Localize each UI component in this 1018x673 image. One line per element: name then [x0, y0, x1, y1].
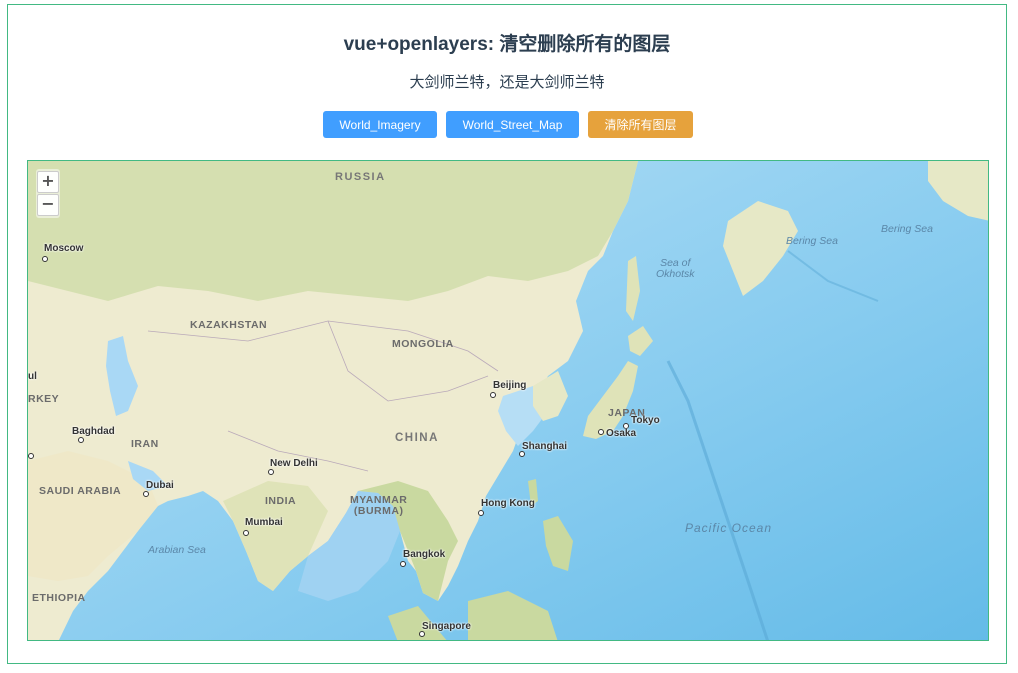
city-dot [400, 561, 406, 567]
label-bering-sea-1: Bering Sea [786, 235, 838, 247]
label-mongolia: MONGOLIA [392, 338, 454, 350]
label-china: CHINA [395, 432, 439, 444]
city-tokyo: Tokyo [631, 415, 660, 426]
label-india: INDIA [265, 495, 297, 507]
city-shanghai: Shanghai [522, 441, 568, 452]
map-view[interactable]: + − RUSSIA KAZAKHSTAN MONGOLIA CHINA IRA… [27, 160, 989, 641]
zoom-control: + − [36, 169, 60, 218]
label-sea-of-okhotsk: Sea of Okhotsk [656, 257, 695, 280]
label-arabian-sea: Arabian Sea [148, 544, 206, 556]
zoom-in-button[interactable]: + [37, 171, 59, 193]
label-bering-sea-2: Bering Sea [881, 223, 933, 235]
world-street-map-button[interactable]: World_Street_Map [446, 111, 579, 138]
app-frame: vue+openlayers: 清空删除所有的图层 大剑师兰特，还是大剑师兰特 … [7, 4, 1007, 664]
city-dot [28, 453, 34, 459]
city-dot [143, 491, 149, 497]
label-russia: RUSSIA [335, 171, 386, 183]
city-osaka: Osaka [606, 428, 637, 439]
label-saudi-arabia: SAUDI ARABIA [39, 485, 122, 497]
page-title: vue+openlayers: 清空删除所有的图层 [343, 34, 671, 55]
city-mumbai: Mumbai [245, 517, 283, 528]
label-iran: IRAN [131, 438, 159, 450]
zoom-out-button[interactable]: − [37, 194, 59, 216]
map-basemap [28, 161, 988, 640]
city-dot [78, 437, 84, 443]
city-dot [478, 510, 484, 516]
city-singapore: Singapore [422, 621, 471, 632]
city-dubai: Dubai [146, 480, 174, 491]
city-hong-kong: Hong Kong [481, 498, 535, 509]
city-dot [42, 256, 48, 262]
city-dot [268, 469, 274, 475]
city-bangkok: Bangkok [403, 549, 446, 560]
city-beijing: Beijing [493, 380, 527, 391]
city-baghdad: Baghdad [72, 426, 115, 437]
label-kazakhstan: KAZAKHSTAN [190, 319, 268, 331]
label-turkey: RKEY [28, 393, 60, 405]
page-subtitle: 大剑师兰特，还是大剑师兰特 [409, 74, 605, 91]
world-imagery-button[interactable]: World_Imagery [323, 111, 437, 138]
city-dot [490, 392, 496, 398]
label-pacific-ocean: Pacific Ocean [685, 521, 773, 535]
label-myanmar: MYANMAR (BURMA) [350, 494, 408, 517]
clear-all-layers-button[interactable]: 清除所有图层 [588, 111, 693, 138]
label-ethiopia: ETHIOPIA [32, 592, 86, 604]
city-dot [243, 530, 249, 536]
city-dot [598, 429, 604, 435]
city-new-delhi: New Delhi [270, 458, 318, 469]
city-istanbul: ul [28, 371, 37, 382]
city-moscow: Moscow [44, 243, 84, 254]
